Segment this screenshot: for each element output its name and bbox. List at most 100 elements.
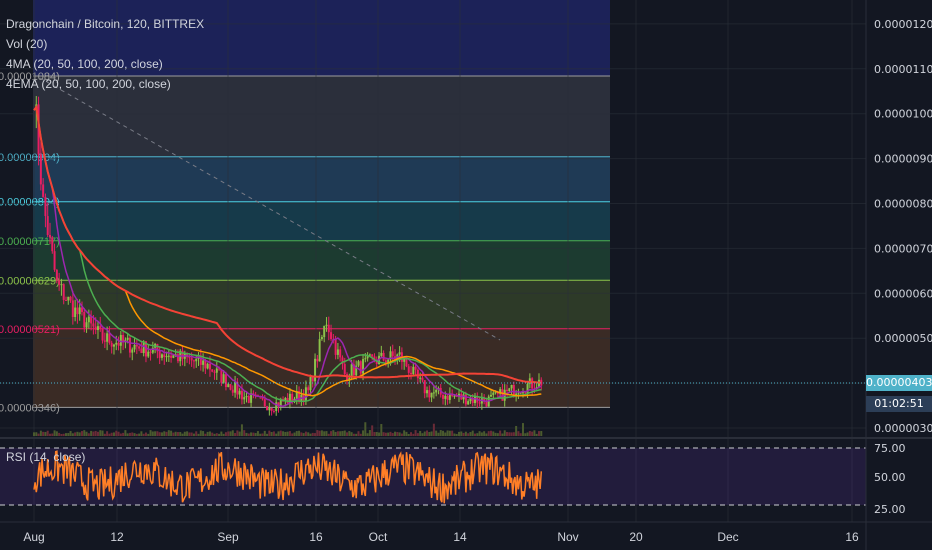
candle-body bbox=[112, 344, 115, 347]
candle-body bbox=[432, 392, 435, 394]
candle-body bbox=[39, 154, 42, 185]
volume-bar bbox=[62, 433, 65, 436]
candle-body bbox=[94, 326, 97, 331]
last-price-tag: 0.00000403 bbox=[866, 375, 932, 391]
time-axis-label: 20 bbox=[629, 530, 643, 544]
fib-level-label: 0.00000629) bbox=[0, 275, 60, 287]
price-axis-label: 0.00000600 bbox=[874, 287, 932, 300]
indicator-4ema[interactable]: 4EMA (20, 50, 100, 200, close) bbox=[6, 74, 204, 94]
candle-body bbox=[167, 355, 170, 357]
volume-bar bbox=[259, 433, 262, 436]
candle-body bbox=[478, 402, 481, 404]
volume-bar bbox=[176, 432, 179, 436]
candle-body bbox=[58, 280, 61, 285]
candle-body bbox=[126, 337, 129, 340]
candle-body bbox=[325, 324, 328, 326]
volume-bar bbox=[112, 432, 115, 436]
candle-body bbox=[314, 358, 317, 382]
candle-body bbox=[426, 390, 429, 394]
candle-body bbox=[190, 357, 193, 361]
candle-body bbox=[398, 352, 401, 355]
volume-bar bbox=[508, 432, 511, 436]
volume-bar bbox=[537, 431, 540, 436]
price-axis[interactable]: 0.00001200 0.00001100 0.00001000 0.00000900… bbox=[874, 18, 932, 435]
rsi-title[interactable]: RSI (14, close) bbox=[6, 450, 85, 464]
volume-bar bbox=[387, 432, 390, 436]
volume-bar bbox=[455, 433, 458, 436]
candle-body bbox=[501, 389, 504, 401]
volume-bar bbox=[382, 432, 385, 436]
volume-bar bbox=[291, 433, 294, 436]
volume-bar bbox=[490, 430, 492, 436]
time-axis-label: 16 bbox=[309, 530, 323, 544]
indicator-4ma[interactable]: 4MA (20, 50, 100, 200, close) bbox=[6, 54, 204, 74]
candle-body bbox=[416, 369, 419, 379]
volume-bar bbox=[192, 433, 195, 436]
volume-bar bbox=[106, 431, 109, 436]
volume-bar bbox=[71, 433, 74, 436]
candle-body bbox=[419, 377, 422, 379]
symbol-title[interactable]: Dragonchain / Bitcoin, 120, BITTREX bbox=[6, 14, 204, 34]
volume-bar bbox=[160, 432, 163, 436]
candle-body bbox=[101, 328, 104, 341]
candle-body bbox=[60, 284, 63, 286]
candle-body bbox=[421, 377, 424, 381]
volume-bar bbox=[245, 432, 248, 436]
volume-bar bbox=[263, 430, 266, 436]
volume-bar bbox=[190, 432, 193, 436]
candle-body bbox=[119, 334, 122, 346]
volume-bar bbox=[407, 433, 410, 436]
volume-bar bbox=[531, 431, 534, 436]
indicator-volume[interactable]: Vol (20) bbox=[6, 34, 204, 54]
volume-bar bbox=[391, 433, 394, 436]
candle-body bbox=[270, 407, 273, 411]
candle-body bbox=[430, 392, 433, 398]
volume-bar bbox=[316, 430, 319, 436]
volume-bar bbox=[430, 431, 433, 436]
candle-body bbox=[231, 389, 234, 393]
volume-bar bbox=[423, 431, 426, 436]
volume-bar bbox=[42, 431, 45, 436]
volume-bar bbox=[416, 433, 419, 436]
volume-bar bbox=[272, 431, 275, 436]
volume-bar bbox=[282, 431, 285, 436]
candle-body bbox=[188, 357, 191, 359]
volume-bar bbox=[252, 432, 255, 436]
candle-body bbox=[108, 333, 111, 343]
volume-bar bbox=[368, 430, 371, 436]
volume-bar bbox=[458, 431, 461, 436]
volume-bar bbox=[119, 433, 122, 436]
time-axis[interactable]: Aug 12 Sep 16 Oct 14 Nov 20 Dec 16 bbox=[23, 530, 859, 544]
candle-body bbox=[364, 358, 367, 360]
volume-bar bbox=[471, 430, 474, 436]
rsi-axis[interactable]: 75.00 50.00 25.00 bbox=[874, 442, 906, 516]
volume-bar bbox=[60, 433, 63, 436]
time-axis-label: 12 bbox=[110, 530, 124, 544]
candle-body bbox=[391, 351, 394, 357]
volume-bar bbox=[510, 432, 513, 436]
volume-bar bbox=[357, 431, 360, 436]
volume-bar bbox=[336, 431, 339, 436]
volume-bar bbox=[254, 433, 257, 436]
candle-body bbox=[117, 342, 120, 346]
volume-bar bbox=[138, 433, 141, 436]
candle-body bbox=[92, 323, 95, 327]
volume-bar bbox=[133, 433, 136, 436]
candle-body bbox=[240, 390, 243, 400]
volume-bar bbox=[398, 432, 401, 436]
candle-body bbox=[147, 351, 150, 357]
volume-bar bbox=[247, 433, 250, 436]
candle-body bbox=[53, 251, 56, 270]
candle-body bbox=[48, 234, 51, 238]
volume-bar bbox=[35, 432, 38, 436]
volume-bar bbox=[211, 432, 214, 436]
candle-body bbox=[149, 351, 152, 353]
volume-bar bbox=[135, 433, 138, 436]
volume-bar bbox=[261, 433, 264, 436]
fib-level-label: 0.00000346) bbox=[0, 402, 60, 414]
candle-body bbox=[517, 393, 520, 395]
candle-body bbox=[204, 360, 207, 369]
volume-bar bbox=[172, 432, 175, 436]
volume-bar bbox=[469, 432, 472, 436]
volume-bar bbox=[96, 431, 99, 436]
